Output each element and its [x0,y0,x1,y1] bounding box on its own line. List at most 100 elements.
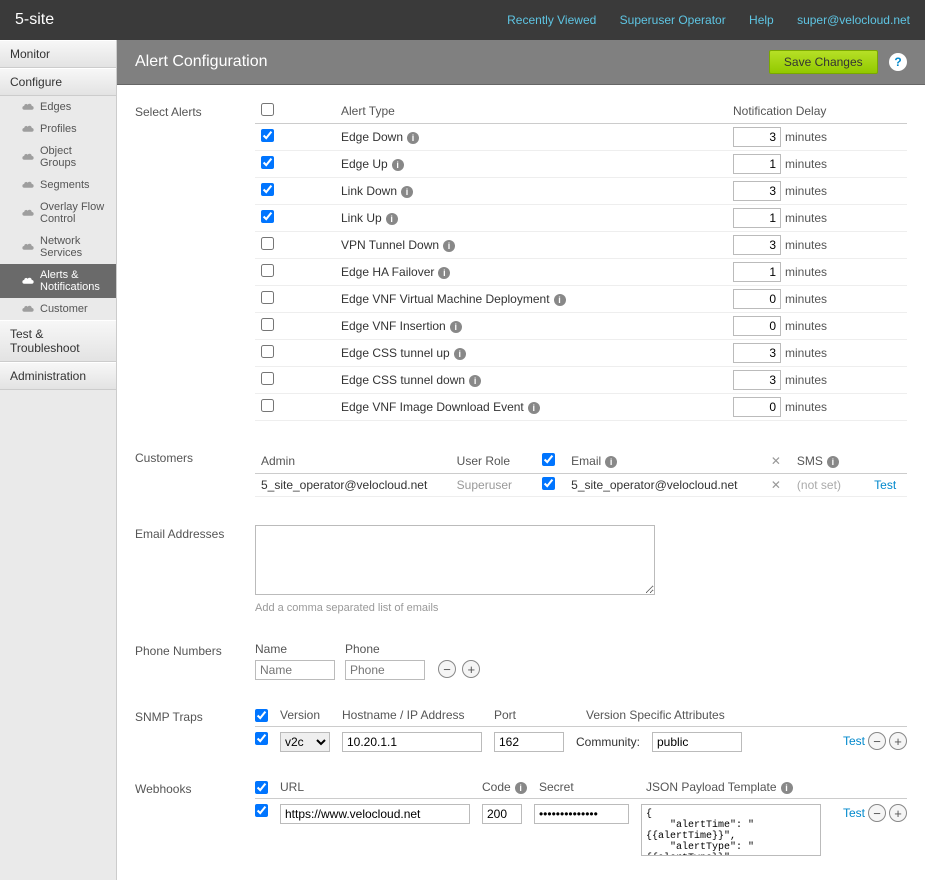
sidebar-item[interactable]: Network Services [0,230,116,264]
snmp-test-link[interactable]: Test [843,734,865,748]
alert-delay-input[interactable] [733,181,781,201]
alert-row: Edge Upiminutes [255,151,907,178]
customer-row: 5_site_operator@velocloud.net Superuser … [255,474,907,497]
delay-unit: minutes [785,211,827,225]
info-icon: i [386,213,398,225]
wh-test-link[interactable]: Test [843,806,865,820]
customer-email-checkbox[interactable] [542,477,555,490]
col-user-role: User Role [451,449,537,474]
alert-delay-input[interactable] [733,397,781,417]
alert-type-label: Edge VNF Virtual Machine Deployment [341,292,550,306]
customers-label: Customers [135,449,255,497]
sidebar-item[interactable]: Segments [0,174,116,196]
alert-checkbox[interactable] [261,318,274,331]
select-alerts-label: Select Alerts [135,103,255,421]
wh-code-input[interactable] [482,804,522,824]
alert-checkbox[interactable] [261,237,274,250]
alert-checkbox[interactable] [261,345,274,358]
alert-checkbox[interactable] [261,291,274,304]
remove-all-icon[interactable]: ✕ [767,454,785,468]
alert-delay-input[interactable] [733,154,781,174]
topbar-links: Recently Viewed Superuser Operator Help … [487,13,910,27]
sidebar-item[interactable]: Profiles [0,118,116,140]
page-header: Alert Configuration Save Changes ? [117,40,925,85]
sidebar-monitor[interactable]: Monitor [0,40,116,68]
emails-textarea[interactable] [255,525,655,595]
snmp-col-version: Version [280,708,330,722]
wh-remove-button[interactable]: − [868,804,886,822]
alert-delay-input[interactable] [733,289,781,309]
email-all-checkbox[interactable] [542,453,555,466]
customer-test-link[interactable]: Test [874,478,896,492]
cloud-icon [22,207,40,219]
wh-url-input[interactable] [280,804,470,824]
snmp-add-button[interactable]: + [889,732,907,750]
sidebar-item[interactable]: Edges [0,96,116,118]
sidebar-item-label: Object Groups [40,145,108,169]
save-button[interactable]: Save Changes [769,50,878,74]
alert-checkbox[interactable] [261,210,274,223]
alert-type-label: VPN Tunnel Down [341,238,439,252]
alert-type-label: Link Up [341,211,382,225]
phone-remove-button[interactable]: − [438,660,456,678]
alert-type-label: Edge Up [341,157,388,171]
snmp-host-input[interactable] [342,732,482,752]
info-icon: i [469,375,481,387]
alert-delay-input[interactable] [733,370,781,390]
alert-checkbox[interactable] [261,264,274,277]
help-link[interactable]: Help [749,13,774,27]
alert-checkbox[interactable] [261,129,274,142]
wh-secret-input[interactable] [534,804,629,824]
sidebar-item[interactable]: Alerts & Notifications [0,264,116,298]
alert-delay-input[interactable] [733,316,781,336]
delay-unit: minutes [785,292,827,306]
phone-name-label: Name [255,642,335,656]
recently-viewed-link[interactable]: Recently Viewed [507,13,596,27]
snmp-remove-button[interactable]: − [868,732,886,750]
sidebar-configure[interactable]: Configure [0,68,116,96]
alerts-select-all[interactable] [261,103,274,116]
sidebar-item[interactable]: Customer [0,298,116,320]
help-icon[interactable]: ? [889,53,907,71]
alert-delay-input[interactable] [733,262,781,282]
user-link[interactable]: super@velocloud.net [797,13,910,27]
sidebar-item[interactable]: Object Groups [0,140,116,174]
phone-name-input[interactable] [255,660,335,680]
sidebar-item-label: Profiles [40,123,77,135]
snmp-version-select[interactable]: v2c [280,732,330,752]
sidebar-admin[interactable]: Administration [0,362,116,390]
wh-row-checkbox[interactable] [255,804,268,817]
wh-add-button[interactable]: + [889,804,907,822]
snmp-row-checkbox[interactable] [255,732,268,745]
sidebar-item-label: Network Services [40,235,108,259]
wh-template-textarea[interactable]: { "alertTime": "{{alertTime}}", "alertTy… [641,804,821,856]
delay-unit: minutes [785,157,827,171]
snmp-community-input[interactable] [652,732,742,752]
phone-add-button[interactable]: + [462,660,480,678]
phone-phone-input[interactable] [345,660,425,680]
sidebar-item[interactable]: Overlay Flow Control [0,196,116,230]
alert-delay-input[interactable] [733,208,781,228]
customer-sms: (not set) [791,474,858,497]
snmp-port-input[interactable] [494,732,564,752]
col-admin: Admin [255,449,451,474]
snmp-community-label: Community: [576,732,640,749]
alert-checkbox[interactable] [261,372,274,385]
cloud-icon [22,151,40,163]
phone-phone-label: Phone [345,642,425,656]
snmp-all-checkbox[interactable] [255,709,268,722]
alert-delay-input[interactable] [733,235,781,255]
role-link[interactable]: Superuser Operator [620,13,726,27]
col-email: Email [571,454,601,468]
alert-delay-input[interactable] [733,343,781,363]
wh-all-checkbox[interactable] [255,781,268,794]
alert-delay-input[interactable] [733,127,781,147]
info-icon: i [605,456,617,468]
info-icon: i [827,456,839,468]
alert-checkbox[interactable] [261,156,274,169]
sidebar-test[interactable]: Test & Troubleshoot [0,320,116,362]
alert-type-label: Edge CSS tunnel down [341,373,465,387]
remove-icon[interactable]: ✕ [767,478,785,492]
alert-checkbox[interactable] [261,399,274,412]
alert-checkbox[interactable] [261,183,274,196]
